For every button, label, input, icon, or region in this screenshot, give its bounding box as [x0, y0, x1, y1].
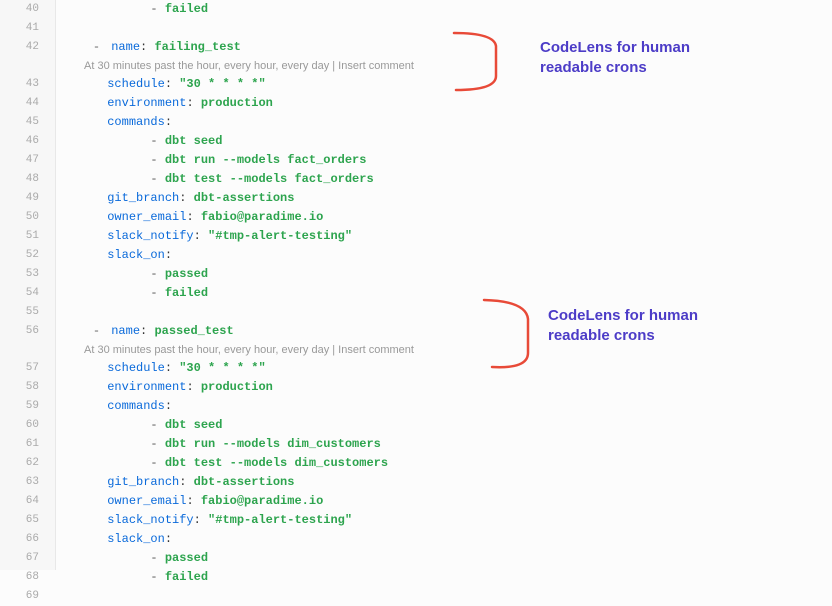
code-line[interactable]: - name: passed_test: [64, 322, 832, 341]
code-line[interactable]: slack_on:: [64, 246, 832, 265]
code-line[interactable]: - failed: [64, 0, 832, 19]
line-number: 63: [0, 473, 55, 492]
line-number: 42: [0, 38, 55, 57]
line-number: 46: [0, 132, 55, 151]
code-line[interactable]: owner_email: fabio@paradime.io: [64, 492, 832, 511]
gutter: 404142 4344454647484950515253545556 575859…: [0, 0, 56, 570]
code-line[interactable]: - dbt seed: [64, 132, 832, 151]
code-line[interactable]: [64, 587, 832, 606]
code-line[interactable]: slack_on:: [64, 530, 832, 549]
line-number: 65: [0, 511, 55, 530]
line-number: 44: [0, 94, 55, 113]
code-line[interactable]: slack_notify: "#tmp-alert-testing": [64, 511, 832, 530]
line-number: 51: [0, 227, 55, 246]
line-number: 49: [0, 189, 55, 208]
line-number: 67: [0, 549, 55, 568]
code-line[interactable]: - dbt run --models dim_customers: [64, 435, 832, 454]
code-line[interactable]: slack_notify: "#tmp-alert-testing": [64, 227, 832, 246]
code-line[interactable]: - passed: [64, 549, 832, 568]
line-number: 60: [0, 416, 55, 435]
code-line[interactable]: - passed: [64, 265, 832, 284]
code-line[interactable]: commands:: [64, 113, 832, 132]
code-line[interactable]: environment: production: [64, 378, 832, 397]
line-number: 69: [0, 587, 55, 606]
line-number: [0, 57, 55, 75]
line-number: 61: [0, 435, 55, 454]
line-number: [0, 341, 55, 359]
code-line[interactable]: - dbt run --models fact_orders: [64, 151, 832, 170]
line-number: 47: [0, 151, 55, 170]
code-line[interactable]: [64, 303, 832, 322]
annotation-bracket-2: [476, 295, 546, 375]
code-line[interactable]: git_branch: dbt-assertions: [64, 473, 832, 492]
line-number: 40: [0, 0, 55, 19]
line-number: 58: [0, 378, 55, 397]
line-number: 56: [0, 322, 55, 341]
annotation-label-1: CodeLens for humanreadable crons: [540, 38, 690, 77]
line-number: 50: [0, 208, 55, 227]
line-number: 64: [0, 492, 55, 511]
code-line[interactable]: - dbt test --models fact_orders: [64, 170, 832, 189]
line-number: 41: [0, 19, 55, 38]
line-number: 55: [0, 303, 55, 322]
line-number: 62: [0, 454, 55, 473]
code-line[interactable]: - failed: [64, 568, 832, 587]
code-line[interactable]: schedule: "30 * * * *": [64, 359, 832, 378]
codelens-annotation[interactable]: At 30 minutes past the hour, every hour,…: [64, 341, 832, 359]
annotation-label-2: CodeLens for humanreadable crons: [548, 306, 698, 345]
code-line[interactable]: - failed: [64, 284, 832, 303]
code-line[interactable]: owner_email: fabio@paradime.io: [64, 208, 832, 227]
code-line[interactable]: git_branch: dbt-assertions: [64, 189, 832, 208]
line-number: 45: [0, 113, 55, 132]
code-line[interactable]: - dbt seed: [64, 416, 832, 435]
annotation-bracket-1: [446, 28, 516, 98]
line-number: 43: [0, 75, 55, 94]
line-number: 66: [0, 530, 55, 549]
line-number: 48: [0, 170, 55, 189]
code-line[interactable]: - dbt test --models dim_customers: [64, 454, 832, 473]
line-number: 68: [0, 568, 55, 587]
line-number: 53: [0, 265, 55, 284]
code-area[interactable]: CodeLens for humanreadable crons CodeLen…: [56, 0, 832, 570]
code-editor[interactable]: 404142 4344454647484950515253545556 575859…: [0, 0, 832, 570]
line-number: 57: [0, 359, 55, 378]
line-number: 54: [0, 284, 55, 303]
line-number: 59: [0, 397, 55, 416]
code-line[interactable]: commands:: [64, 397, 832, 416]
line-number: 52: [0, 246, 55, 265]
